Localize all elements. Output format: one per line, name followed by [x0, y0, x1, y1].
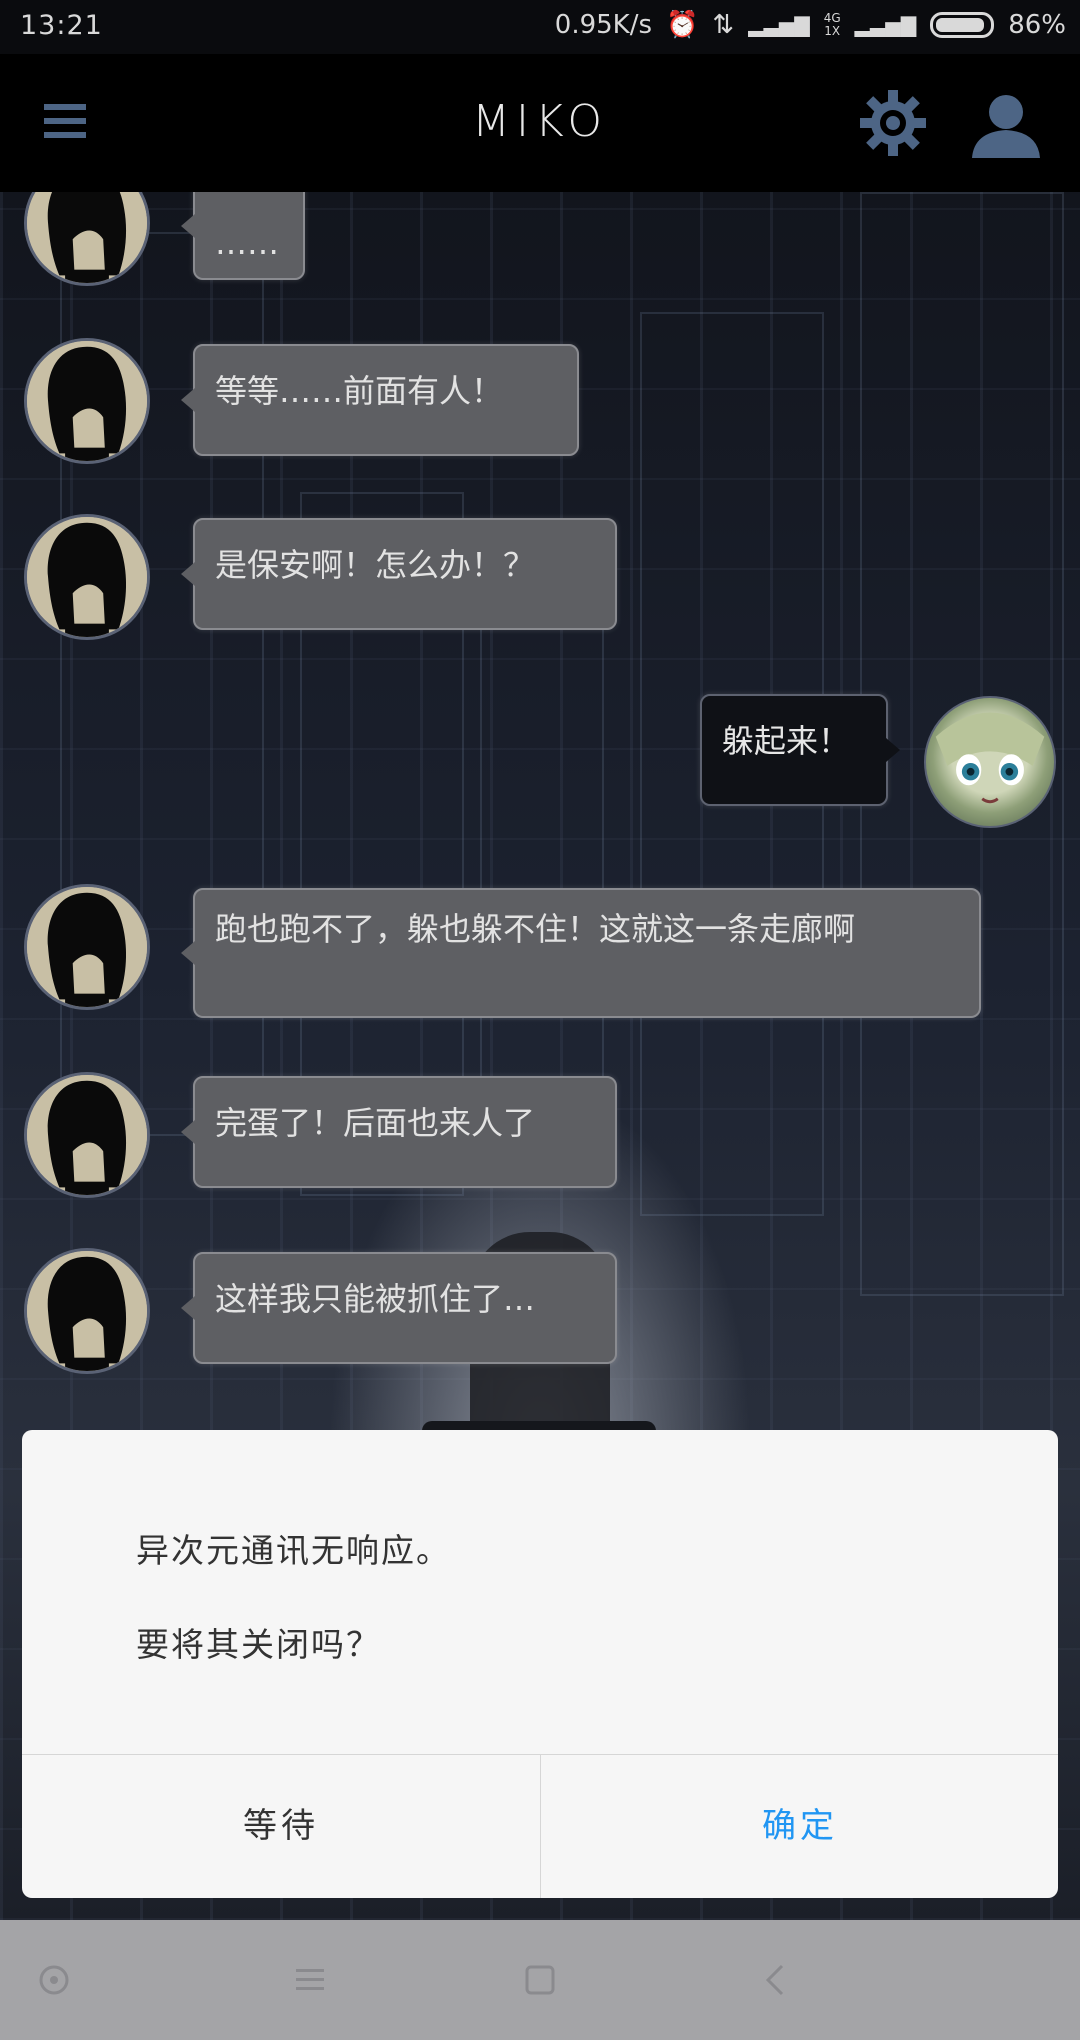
dialog-message-line1: 异次元通讯无响应。	[136, 1531, 451, 1570]
network-type-bottom: 1X	[824, 24, 841, 38]
faceless-girl-icon	[27, 192, 147, 283]
message-bubble-left: ……	[181, 192, 305, 280]
app-bar: MIKO	[0, 54, 1080, 192]
status-icons: 0.95K/s ⏰ ⇅ ▂▃▅▇ 4G 1X ▂▃▅▇ 86%	[555, 10, 1066, 40]
data-transfer-icon: ⇅	[712, 10, 735, 40]
message-text: ……	[215, 224, 279, 262]
message-text: 躲起来！	[722, 722, 851, 760]
user-icon[interactable]	[970, 92, 1042, 158]
signal-bars-icon-2: ▂▃▅▇	[854, 13, 917, 37]
wait-button[interactable]: 等待	[22, 1755, 540, 1898]
menu-lines-icon[interactable]	[290, 1960, 330, 2000]
confirm-dialog: 异次元通讯无响应。 要将其关闭吗？ 等待 确定	[22, 1430, 1058, 1898]
network-speed: 0.95K/s	[554, 10, 653, 40]
system-nav-bar	[0, 1920, 1080, 2040]
character-avatar	[24, 884, 150, 1010]
gear-icon[interactable]	[858, 88, 928, 158]
home-square-icon[interactable]	[520, 1960, 560, 2000]
anime-girl-avatar-icon	[935, 712, 1045, 804]
message-bubble-left: 完蛋了！后面也来人了	[181, 1076, 617, 1188]
faceless-girl-icon	[27, 1251, 147, 1371]
message-bubble-left: 是保安啊！怎么办！？	[181, 518, 617, 630]
character-avatar	[24, 514, 150, 640]
message-text: 这样我只能被抓住了…	[215, 1280, 536, 1318]
status-time: 13:21	[20, 10, 103, 41]
status-bar: 13:21 0.95K/s ⏰ ⇅ ▂▃▅▇ 4G 1X ▂▃▅▇ 86%	[0, 0, 1080, 54]
back-chevron-icon[interactable]	[756, 1960, 796, 2000]
network-type: 4G 1X	[824, 12, 841, 38]
battery-icon	[930, 12, 995, 38]
signal-bars-icon: ▂▃▅▇	[748, 13, 810, 37]
dialog-message-line2: 要将其关闭吗？	[136, 1625, 381, 1664]
faceless-girl-icon	[27, 517, 147, 637]
message-bubble-left: 等等……前面有人！	[181, 344, 579, 456]
message-text: 跑也跑不了，躲也躲不住！这就这一条走廊啊	[215, 910, 856, 948]
faceless-girl-icon	[27, 1075, 147, 1195]
assistant-dot-icon[interactable]	[34, 1960, 74, 2000]
message-text: 等等……前面有人！	[215, 372, 504, 410]
confirm-button[interactable]: 确定	[541, 1755, 1058, 1898]
battery-percent: 86%	[1008, 10, 1066, 40]
faceless-girl-icon	[27, 887, 147, 1007]
message-bubble-left: 这样我只能被抓住了…	[181, 1252, 617, 1364]
character-avatar	[24, 338, 150, 464]
message-text: 完蛋了！后面也来人了	[215, 1104, 536, 1142]
message-text: 是保安啊！怎么办！？	[215, 546, 536, 584]
network-type-top: 4G	[823, 11, 841, 25]
message-bubble-left: 跑也跑不了，躲也躲不住！这就这一条走廊啊	[181, 888, 981, 1018]
alarm-icon: ⏰	[666, 10, 699, 40]
user-avatar	[924, 696, 1056, 828]
character-avatar	[24, 1072, 150, 1198]
message-bubble-right: 躲起来！	[700, 694, 900, 806]
character-avatar	[24, 1248, 150, 1374]
faceless-girl-icon	[27, 341, 147, 461]
